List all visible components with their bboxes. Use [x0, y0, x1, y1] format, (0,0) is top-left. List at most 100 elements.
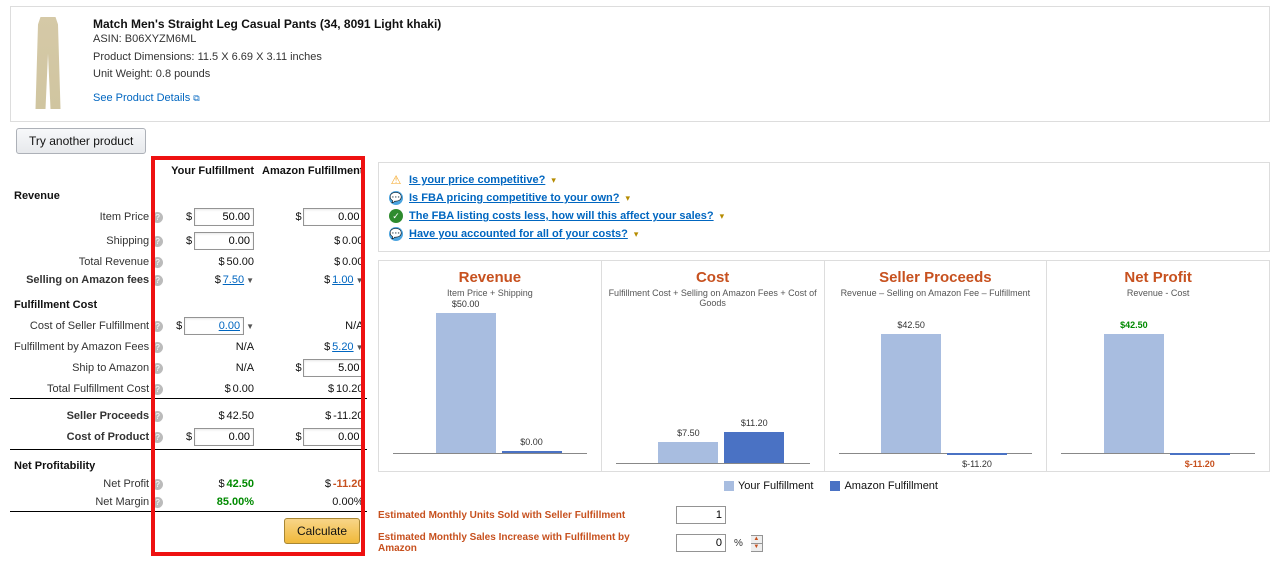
help-icon[interactable]: ? [152, 257, 163, 268]
tip-link[interactable]: Is your price competitive? [409, 174, 545, 186]
legend-swatch-your [724, 481, 734, 491]
bar-value: $-11.20 [947, 459, 1007, 469]
tips-box: Is your price competitive? ▾ Is FBA prici… [378, 162, 1270, 252]
amz-fba-fees-link[interactable]: 5.20 [332, 341, 353, 353]
help-icon[interactable]: ? [152, 212, 163, 223]
amz-ship-to-input[interactable] [303, 359, 363, 377]
est-sales-label: Estimated Monthly Sales Increase with Fu… [378, 532, 668, 554]
legend-swatch-amazon [830, 481, 840, 491]
chart-legend: Your Fulfillment Amazon Fulfillment [378, 472, 1270, 502]
try-another-product-button[interactable]: Try another product [16, 128, 146, 154]
checkmark-icon [389, 209, 403, 223]
see-product-details-link[interactable]: See Product Details [93, 92, 190, 104]
help-icon[interactable]: ? [152, 275, 163, 286]
weight-value: 0.8 pounds [156, 68, 210, 80]
amz-cost-product-input[interactable] [303, 428, 363, 446]
weight-label: Unit Weight: [93, 68, 153, 80]
tip-link[interactable]: The FBA listing costs less, how will thi… [409, 210, 714, 222]
your-selling-fees-link[interactable]: 7.50 [223, 274, 244, 286]
your-fba-fees-value: N/A [236, 341, 254, 353]
product-card: Match Men's Straight Leg Casual Pants (3… [10, 6, 1270, 122]
section-net-profit: Net Profitability [10, 450, 367, 475]
calculate-button[interactable]: Calculate [284, 518, 360, 544]
section-revenue: Revenue [10, 180, 367, 205]
chevron-down-icon[interactable]: ▼ [356, 343, 364, 352]
your-item-price-input[interactable] [194, 208, 254, 226]
amz-item-price-input[interactable] [303, 208, 363, 226]
charts-container: Revenue Item Price + Shipping $50.00 $0.… [378, 260, 1270, 472]
help-icon[interactable]: ? [152, 342, 163, 353]
chat-icon [389, 227, 403, 241]
chart-subtitle: Revenue - Cost [1051, 288, 1265, 298]
col-header-your: Your Fulfillment [167, 162, 258, 180]
label-cost-product: Cost of Product [67, 431, 150, 443]
asin-value: B06XYZM6ML [125, 33, 197, 45]
label-total-revenue: Total Revenue [79, 256, 149, 268]
amz-net-margin: 0.00% [332, 496, 363, 508]
your-total-fulfill: 0.00 [233, 383, 254, 395]
est-units-input[interactable] [676, 506, 726, 524]
pct-label: % [734, 538, 743, 549]
chevron-down-icon[interactable]: ▾ [720, 211, 725, 222]
chart-subtitle: Fulfillment Cost + Selling on Amazon Fee… [606, 288, 820, 308]
label-shipping: Shipping [106, 235, 149, 247]
chart-net-profit: Net Profit Revenue - Cost $42.50 $-11.20 [1047, 261, 1269, 471]
help-icon[interactable]: ? [152, 236, 163, 247]
label-selling-fees: Selling on Amazon fees [26, 274, 149, 286]
your-proceeds: 42.50 [227, 410, 255, 422]
step-up-icon[interactable]: ▲ [751, 536, 762, 544]
amz-selling-fees-link[interactable]: 1.00 [332, 274, 353, 286]
your-net-margin: 85.00% [217, 496, 254, 508]
chevron-down-icon[interactable]: ▼ [246, 276, 254, 285]
chevron-down-icon[interactable]: ▾ [625, 193, 630, 204]
chevron-down-icon[interactable]: ▼ [246, 322, 254, 331]
chart-proceeds: Seller Proceeds Revenue – Selling on Ama… [825, 261, 1048, 471]
bar-value: $42.50 [1104, 320, 1164, 330]
help-icon[interactable]: ? [152, 363, 163, 374]
tip-link[interactable]: Have you accounted for all of your costs… [409, 228, 628, 240]
help-icon[interactable]: ? [152, 384, 163, 395]
stepper[interactable]: ▲▼ [751, 535, 763, 552]
product-image [23, 17, 73, 109]
label-net-profit: Net Profit [103, 478, 149, 490]
chart-subtitle: Item Price + Shipping [383, 288, 597, 298]
label-ship-to: Ship to Amazon [72, 362, 149, 374]
amz-total-fulfill: 10.20 [336, 383, 364, 395]
help-icon[interactable]: ? [152, 321, 163, 332]
step-down-icon[interactable]: ▼ [751, 544, 762, 551]
chevron-down-icon[interactable]: ▾ [634, 229, 639, 240]
label-net-margin: Net Margin [95, 496, 149, 508]
bar-value: $0.00 [502, 437, 562, 447]
help-icon[interactable]: ? [152, 411, 163, 422]
your-seller-fulfill-input[interactable] [184, 317, 244, 335]
est-sales-input[interactable] [676, 534, 726, 552]
chart-title: Revenue [383, 269, 597, 286]
your-ship-to-value: N/A [236, 362, 254, 374]
dimensions-value: 11.5 X 6.69 X 3.11 inches [198, 51, 322, 63]
dimensions-label: Product Dimensions: [93, 51, 195, 63]
tip-link[interactable]: Is FBA pricing competitive to your own? [409, 192, 619, 204]
chart-title: Net Profit [1051, 269, 1265, 286]
chart-subtitle: Revenue – Selling on Amazon Fee – Fulfil… [829, 288, 1043, 298]
your-shipping-input[interactable] [194, 232, 254, 250]
section-fulfillment: Fulfillment Cost [10, 289, 367, 314]
bar-value: $-11.20 [1170, 459, 1230, 469]
chevron-down-icon[interactable]: ▾ [551, 175, 556, 186]
chart-revenue: Revenue Item Price + Shipping $50.00 $0.… [379, 261, 602, 471]
help-icon[interactable]: ? [152, 432, 163, 443]
label-item-price: Item Price [100, 211, 150, 223]
your-net-profit: 42.50 [227, 478, 255, 490]
help-icon[interactable]: ? [152, 479, 163, 490]
label-fba-fees: Fulfillment by Amazon Fees [14, 341, 149, 353]
amz-shipping-value: 0.00 [342, 235, 363, 247]
col-header-amazon: Amazon Fulfillment [258, 162, 367, 180]
your-cost-product-input[interactable] [194, 428, 254, 446]
bar-value: $7.50 [658, 428, 718, 438]
amz-net-profit: -11.20 [333, 478, 364, 490]
help-icon[interactable]: ? [152, 497, 163, 508]
amz-total-revenue: 0.00 [342, 256, 363, 268]
chart-title: Seller Proceeds [829, 269, 1043, 286]
legend-amazon: Amazon Fulfillment [844, 480, 938, 492]
chevron-down-icon[interactable]: ▼ [356, 276, 364, 285]
bar-value: $11.20 [724, 418, 784, 428]
